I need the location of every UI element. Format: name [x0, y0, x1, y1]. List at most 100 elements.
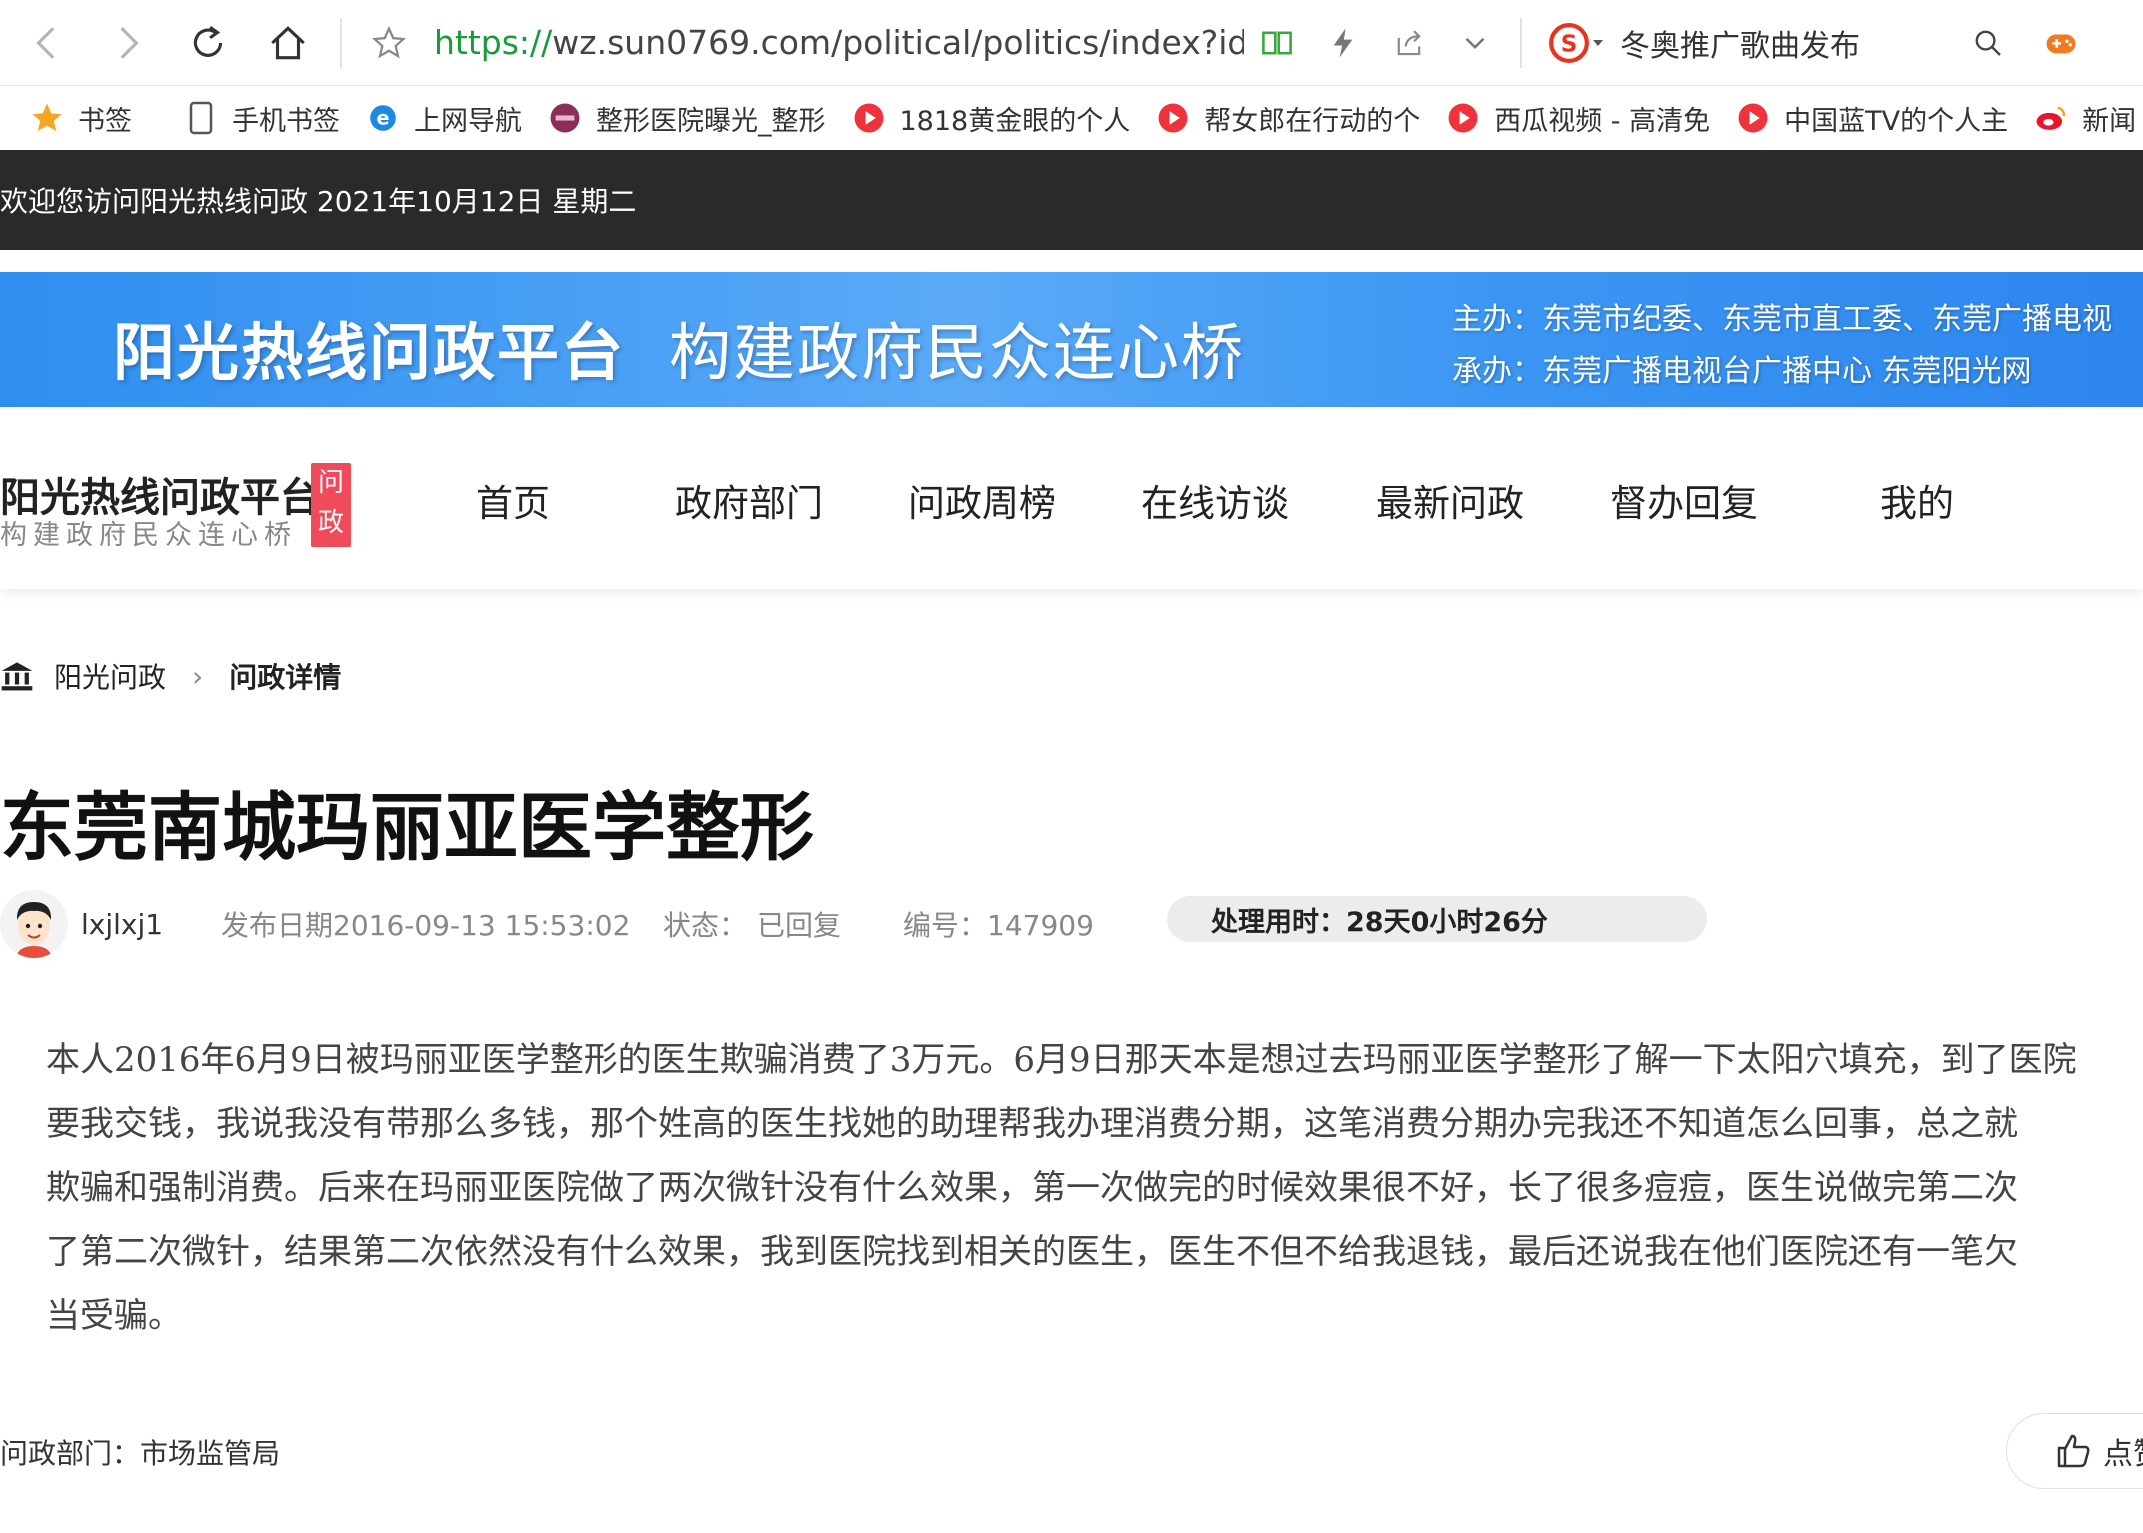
bookmark-item[interactable]: 西瓜视频 - 高清免	[1446, 99, 1710, 138]
toolbar-divider	[1520, 17, 1522, 68]
accelerate-button[interactable]	[1310, 0, 1376, 86]
bookmark-item[interactable]: 新闻	[2034, 99, 2136, 138]
game-center-button[interactable]	[2028, 0, 2094, 86]
thumbs-up-icon	[2057, 1434, 2090, 1468]
welcome-bar: 欢迎您访问阳光热线问政 2021年10月12日 星期二	[0, 150, 2143, 250]
site-banner: 阳光热线问政平台 构建政府民众连心桥 主办：东莞市纪委、东莞市直工委、东莞广播电视…	[0, 272, 2143, 407]
breadcrumb-current: 问政详情	[229, 661, 342, 694]
banner-host-line: 主办：东莞市纪委、东莞市直工委、东莞广播电视	[1452, 302, 2112, 337]
article-line: 欺骗和强制消费。后来在玛丽亚医院做了两次微针没有什么效果，第一次做完的时候效果很…	[46, 1168, 2018, 1208]
bookmark-label: 整形医院曝光_整形	[596, 105, 826, 137]
bookmarks-bar: 书签 手机书签 e 上网导航 整形医院曝光_整形 1818黄金眼的个人 帮女郎在…	[0, 86, 2143, 150]
reload-button[interactable]	[168, 0, 248, 86]
bank-icon	[0, 659, 34, 693]
status-value: 已回复	[757, 909, 842, 942]
book-icon	[1262, 31, 1292, 54]
bookmark-item[interactable]: e 上网导航	[366, 99, 522, 138]
svg-text:e: e	[376, 106, 389, 129]
forward-button[interactable]	[88, 0, 168, 86]
nav-interviews[interactable]: 在线访谈	[1141, 473, 1289, 527]
video-icon	[1156, 101, 1190, 135]
bookmark-label: 帮女郎在行动的个	[1204, 105, 1421, 137]
banner-organizer-line: 承办：东莞广播电视台广播中心 东莞阳光网	[1452, 354, 2032, 389]
welcome-text: 欢迎您访问阳光热线问政 2021年10月12日 星期二	[0, 185, 637, 218]
search-input[interactable]: 冬奥推广歌曲发布	[1620, 21, 1860, 65]
site-nav: 阳光热线问政平台 构建政府民众连心桥 问 政 首页 政府部门 问政周榜 在线访谈…	[0, 407, 2143, 589]
chevron-down-icon	[1465, 37, 1485, 49]
home-icon	[271, 25, 305, 59]
bookmark-label: 上网导航	[414, 105, 522, 137]
star-icon	[30, 101, 64, 135]
bookmark-item[interactable]: 手机书签	[184, 99, 340, 138]
share-button[interactable]	[1376, 0, 1442, 86]
bookmark-item[interactable]: 1818黄金眼的个人	[852, 99, 1131, 138]
like-button[interactable]: 点赞	[2006, 1413, 2143, 1489]
article-line: 了第二次微针，结果第二次依然没有什么效果，我到医院找到相关的医生，医生不但不给我…	[46, 1232, 2018, 1272]
banner-title-text: 阳光热线问政平台	[113, 316, 626, 389]
nav-home[interactable]: 首页	[476, 473, 550, 527]
browser-toolbar: https://wz.sun0769.com/political/politic…	[0, 0, 2143, 86]
article-meta: lxjlxj1 发布日期2016-09-13 15:53:02 状态： 已回复 …	[0, 886, 1169, 962]
address-bar[interactable]: https://wz.sun0769.com/political/politic…	[424, 23, 1244, 62]
bookmark-label: 1818黄金眼的个人	[899, 105, 1131, 137]
banner-organizers: 主办：东莞市纪委、东莞市直工委、东莞广播电视 承办：东莞广播电视台广播中心 东莞…	[1452, 294, 2112, 398]
article-body: 本人2016年6月9日被玛丽亚医学整形的医生欺骗消费了3万元。6月9日那天本是想…	[46, 1028, 2143, 1348]
bookmark-label: 书签	[78, 105, 132, 137]
page-title: 东莞南城玛丽亚医学整形	[0, 785, 814, 871]
weibo-icon	[2034, 101, 2068, 135]
star-outline-icon	[371, 25, 407, 58]
avatar[interactable]	[0, 890, 68, 958]
nav-weekly-rank[interactable]: 问政周榜	[908, 473, 1056, 527]
bookmark-item[interactable]: 整形医院曝光_整形	[548, 99, 826, 138]
banner-slogan: 构建政府民众连心桥	[669, 316, 1246, 389]
bookmark-item[interactable]: 帮女郎在行动的个	[1156, 99, 1420, 138]
bookmark-star-button[interactable]	[354, 0, 424, 86]
sogou-logo-icon: S	[1549, 22, 1589, 63]
site-icon	[548, 101, 582, 135]
chevron-right-icon	[120, 26, 139, 59]
search-box[interactable]: S 冬奥推广歌曲发布	[1548, 0, 2018, 86]
logo-badge-top: 问	[317, 468, 344, 498]
department-label: 问政部门：市场监管局	[0, 1437, 281, 1470]
reader-mode-button[interactable]	[1244, 0, 1310, 86]
video-icon	[1446, 101, 1480, 135]
nav-latest[interactable]: 最新问政	[1376, 473, 1524, 527]
article-line: 要我交钱，我说我没有带那么多钱，那个姓高的医生找她的助理帮我办理消费分期，这笔消…	[46, 1104, 2018, 1144]
breadcrumb: 阳光问政 › 问政详情	[0, 656, 341, 696]
search-icon	[1975, 30, 2001, 56]
reload-icon	[193, 25, 223, 57]
share-icon	[1397, 29, 1421, 55]
lightning-icon	[1333, 28, 1353, 57]
bookmark-item[interactable]: 中国蓝TV的个人主	[1736, 99, 2008, 138]
chevron-right-icon: ›	[192, 659, 204, 693]
bookmark-label: 中国蓝TV的个人主	[1784, 105, 2009, 137]
engine-dropdown-icon[interactable]	[1590, 35, 1606, 51]
banner-title: 阳光热线问政平台 构建政府民众连心桥	[113, 302, 1245, 392]
home-button[interactable]	[248, 0, 328, 86]
phone-icon	[184, 101, 218, 135]
nav-mine[interactable]: 我的	[1880, 473, 1954, 527]
url-scheme: https://	[434, 23, 553, 62]
publish-date: 发布日期2016-09-13 15:53:02	[221, 909, 631, 942]
toolbar-divider	[340, 17, 342, 68]
chevron-left-icon	[36, 26, 55, 59]
breadcrumb-home[interactable]: 阳光问政	[54, 656, 166, 696]
processing-time-badge: 处理用时：28天0小时26分	[1167, 896, 1707, 942]
article-code: 编号：147909	[903, 909, 1094, 942]
logo-badge-bottom: 政	[317, 508, 344, 538]
bookmark-label: 手机书签	[232, 105, 340, 137]
back-button[interactable]	[8, 0, 88, 86]
bookmark-item[interactable]: 书签	[30, 99, 132, 138]
status-label: 状态：	[663, 909, 748, 942]
article-line: 本人2016年6月9日被玛丽亚医学整形的医生欺骗消费了3万元。6月9日那天本是想…	[46, 1040, 2077, 1080]
nav-supervised[interactable]: 督办回复	[1610, 473, 1758, 527]
article-line: 当受骗。	[46, 1296, 182, 1336]
gamepad-icon	[2046, 34, 2076, 53]
author-name[interactable]: lxjlxj1	[81, 908, 221, 941]
more-dropdown-button[interactable]	[1442, 0, 1508, 86]
logo-subtitle: 构建政府民众连心桥	[0, 520, 297, 551]
video-icon	[852, 101, 886, 135]
search-button[interactable]	[1958, 27, 2018, 59]
bookmark-label: 新闻	[2082, 105, 2137, 137]
nav-departments[interactable]: 政府部门	[675, 473, 823, 527]
